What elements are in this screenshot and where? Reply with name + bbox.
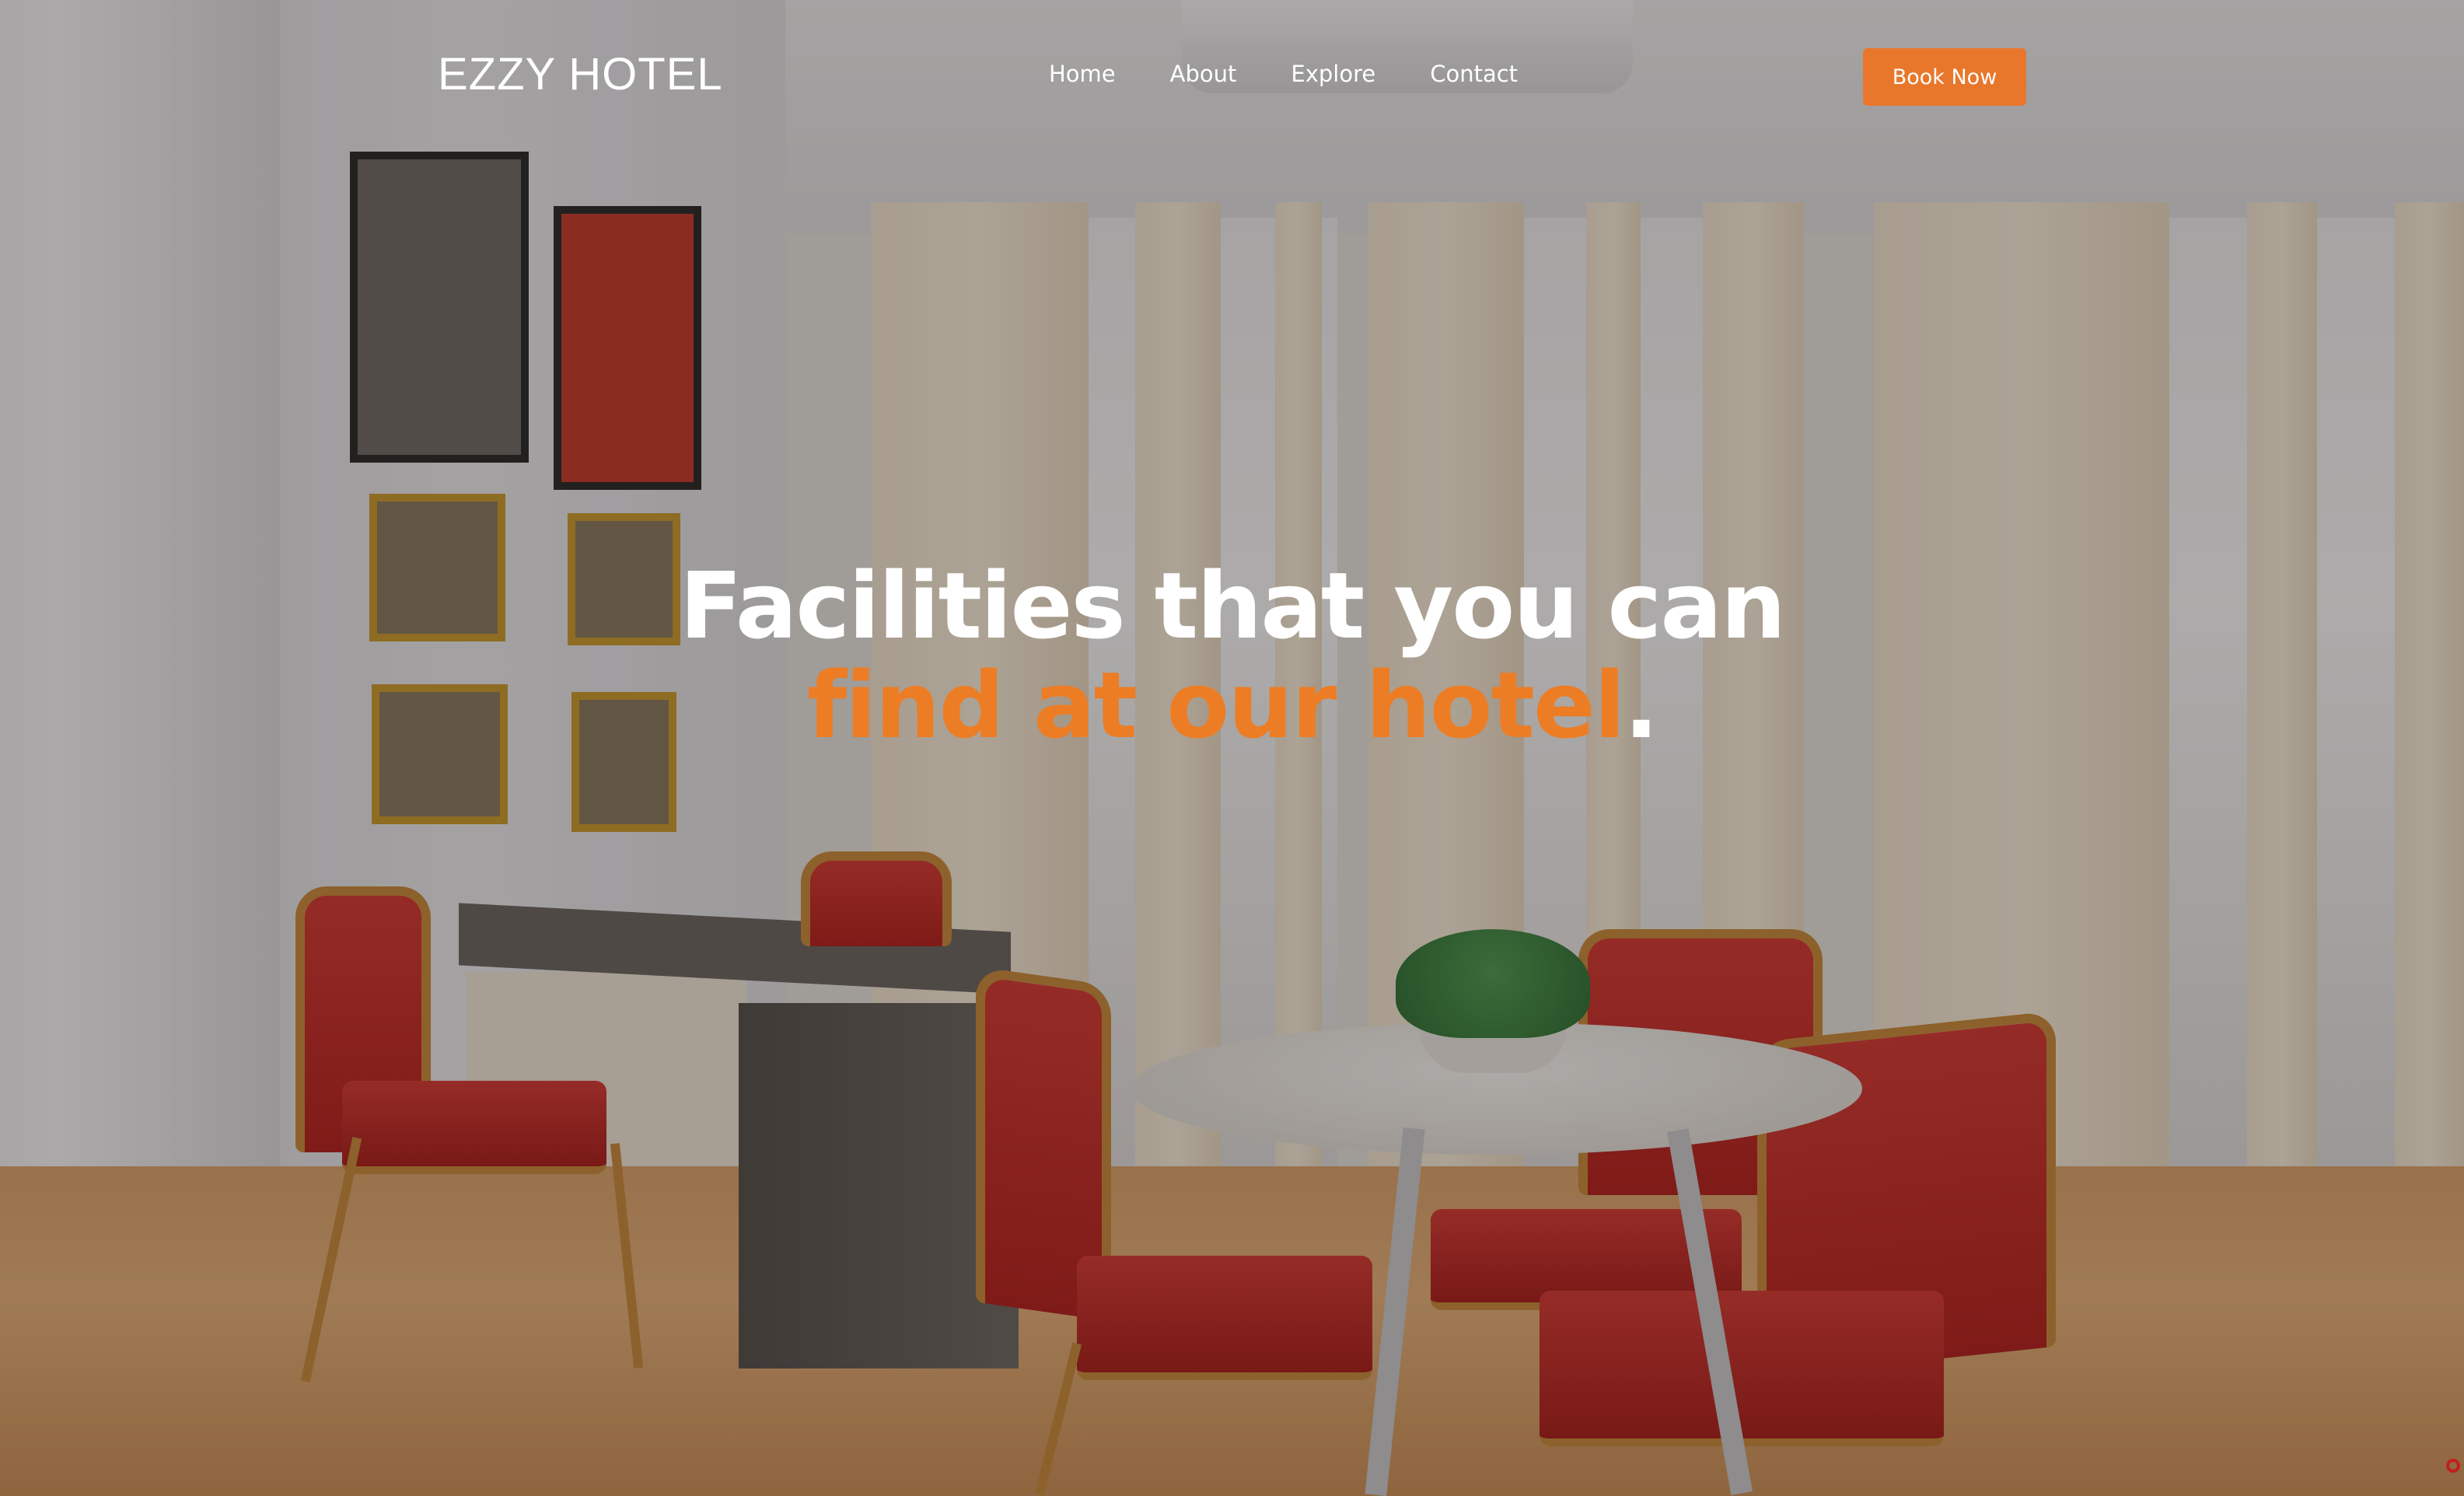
top-navbar: EZZY HOTEL Home About Explore Contact Bo… [0,0,2464,156]
hero-period: . [1623,652,1658,759]
hero-accent-text: find at our hotel [806,652,1626,759]
brand-logo[interactable]: EZZY HOTEL [438,48,723,100]
hero-line-1: Facilities that you can [680,552,1786,659]
book-now-button[interactable]: Book Now [1863,48,2026,106]
hero-heading: Facilities that you can find at our hote… [0,556,2464,755]
main-nav: Home About Explore Contact [1049,61,1518,87]
nav-link-home[interactable]: Home [1049,61,1116,87]
nav-link-contact[interactable]: Contact [1430,61,1518,87]
nav-link-about[interactable]: About [1170,61,1237,87]
hero-line-2: find at our hotel. [0,655,2464,755]
nav-link-explore[interactable]: Explore [1291,61,1375,87]
record-icon [2446,1459,2460,1473]
